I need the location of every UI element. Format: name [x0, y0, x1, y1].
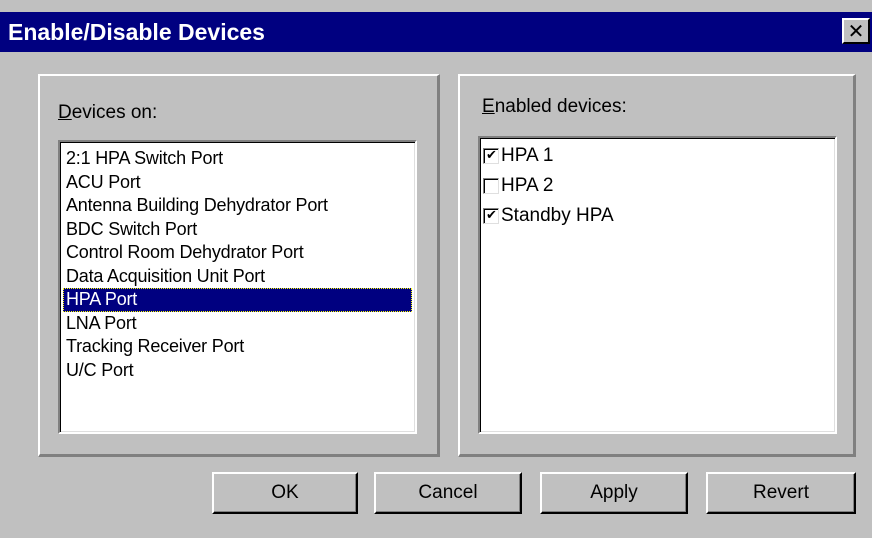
- checkmark-icon: ✔: [486, 148, 497, 163]
- device-list-item[interactable]: Data Acquisition Unit Port: [63, 265, 412, 289]
- device-list-item[interactable]: HPA Port: [63, 288, 412, 312]
- title-bar[interactable]: Enable/Disable Devices ✕: [0, 12, 872, 52]
- device-list-item[interactable]: 2:1 HPA Switch Port: [63, 147, 412, 171]
- device-list-item[interactable]: BDC Switch Port: [63, 218, 412, 242]
- close-icon: ✕: [847, 19, 865, 43]
- enabled-device-item[interactable]: ✔ Standby HPA: [483, 201, 832, 231]
- device-checkbox[interactable]: ✔: [483, 148, 499, 164]
- enabled-device-label: Standby HPA: [501, 205, 614, 226]
- devices-on-label: Devices on:: [58, 102, 158, 123]
- close-button[interactable]: ✕: [842, 18, 870, 44]
- ok-button[interactable]: OK: [212, 472, 358, 514]
- devices-on-group: Devices on: 2:1 HPA Switch Port ACU Port A…: [38, 74, 440, 457]
- device-list-item[interactable]: ACU Port: [63, 171, 412, 195]
- enabled-device-item[interactable]: HPA 2: [483, 171, 832, 201]
- device-checkbox[interactable]: [483, 178, 499, 194]
- device-list-item[interactable]: Tracking Receiver Port: [63, 335, 412, 359]
- device-list-item[interactable]: Antenna Building Dehydrator Port: [63, 194, 412, 218]
- device-list-item[interactable]: LNA Port: [63, 312, 412, 336]
- enabled-device-item[interactable]: ✔ HPA 1: [483, 141, 832, 171]
- devices-list[interactable]: 2:1 HPA Switch Port ACU Port Antenna Build…: [58, 140, 417, 434]
- enabled-devices-list[interactable]: ✔ HPA 1 HPA 2 ✔ Standby HPA: [478, 136, 837, 434]
- enabled-devices-label: Enabled devices:: [482, 96, 627, 117]
- device-checkbox[interactable]: ✔: [483, 208, 499, 224]
- device-list-item[interactable]: Control Room Dehydrator Port: [63, 241, 412, 265]
- enable-disable-devices-dialog: Enable/Disable Devices ✕ Devices on: 2:1…: [0, 0, 872, 538]
- apply-button[interactable]: Apply: [540, 472, 688, 514]
- revert-button[interactable]: Revert: [706, 472, 856, 514]
- device-list-item[interactable]: U/C Port: [63, 359, 412, 383]
- enabled-devices-group: Enabled devices: ✔ HPA 1 HPA 2 ✔ Standby HPA: [458, 74, 856, 457]
- enabled-device-label: HPA 2: [501, 175, 554, 196]
- checkmark-icon: ✔: [486, 208, 497, 223]
- enabled-device-label: HPA 1: [501, 145, 554, 166]
- window-title: Enable/Disable Devices: [8, 19, 265, 45]
- cancel-button[interactable]: Cancel: [374, 472, 522, 514]
